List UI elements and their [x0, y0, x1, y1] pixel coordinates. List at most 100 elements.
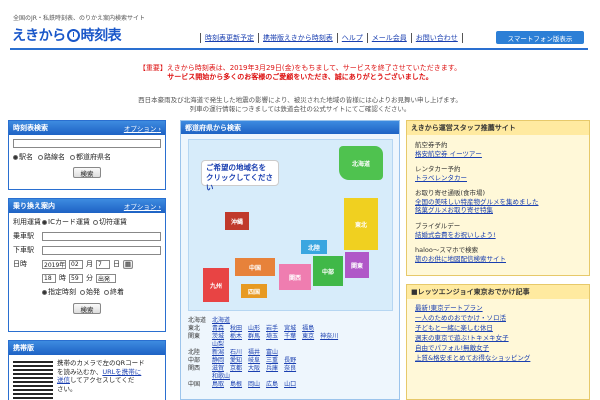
timetable-option-link[interactable]: オプション › [124, 123, 161, 133]
radio-prefecture[interactable]: 都道府県名 [70, 152, 111, 162]
prefecture-link[interactable]: 福井 [248, 349, 260, 357]
region-hokuriku[interactable]: 北陸 [301, 240, 327, 254]
send-link[interactable]: 送信 [57, 376, 70, 384]
region-kyushu[interactable]: 九州 [203, 268, 229, 302]
radio-dot [42, 219, 47, 225]
recommend-link[interactable]: 銘菓グルメお取り寄せ特集 [415, 206, 539, 215]
prefecture-link[interactable]: 岩手 [266, 325, 278, 333]
timetable-search-button[interactable]: 検索 [73, 167, 101, 178]
prefecture-link[interactable]: 大阪 [248, 365, 260, 373]
region-chugoku[interactable]: 中国 [235, 258, 275, 276]
prefecture-link[interactable]: 茨城 [212, 333, 224, 341]
prefecture-link[interactable]: 福島 [302, 325, 314, 333]
radio-station[interactable]: 駅名 [13, 152, 33, 162]
region-kansai[interactable]: 関西 [279, 264, 311, 290]
region-shikoku[interactable]: 四国 [241, 284, 267, 298]
article-link[interactable]: 上質&格安まとめてお得なショッピング [415, 353, 581, 363]
recommend-title: 航空券予約 [415, 141, 448, 149]
prefecture-link[interactable]: 神奈川 [320, 333, 338, 341]
hour-select[interactable]: 18 [42, 273, 56, 283]
prefecture-link[interactable]: 静岡 [212, 357, 224, 365]
prefecture-link[interactable]: 秋田 [230, 325, 242, 333]
prefecture-link[interactable]: 愛知 [230, 357, 242, 365]
prefecture-link[interactable]: 奈良 [284, 365, 296, 373]
recommend-link[interactable]: 全国の美味しい特産物グルメを集めました [415, 198, 539, 207]
prefecture-link[interactable]: 鳥取 [212, 381, 224, 389]
prefecture-row: 中部 静岡 愛知 岐阜 三重 長野 [188, 357, 393, 365]
day-select[interactable]: 7 [96, 259, 110, 269]
prefecture-link[interactable]: 新潟 [212, 349, 224, 357]
region-kanto[interactable]: 関東 [345, 252, 369, 278]
prefecture-link[interactable]: 山形 [248, 325, 260, 333]
prefecture-link[interactable]: 広島 [266, 381, 278, 389]
nav-update-schedule[interactable]: 時刻表更新予定 [200, 33, 258, 43]
prefecture-link[interactable]: 埼玉 [266, 333, 278, 341]
prefecture-link[interactable]: 京都 [230, 365, 242, 373]
nav-mobile-version[interactable]: 携帯版えきから時刻表 [258, 33, 337, 43]
prefecture-link[interactable]: 山口 [284, 381, 296, 389]
year-select[interactable]: 2019年 [42, 259, 66, 269]
transfer-option-link[interactable]: オプション › [124, 201, 161, 211]
region-tohoku[interactable]: 東北 [344, 198, 378, 250]
panel-header: 時刻表検索 オプション › [9, 121, 165, 135]
region-chubu[interactable]: 中部 [313, 256, 343, 286]
article-link[interactable]: 自由でパフォル!無敵女子 [415, 343, 581, 353]
send-url-link[interactable]: URLを携帯に [102, 368, 141, 376]
recommend-title: レンタカー予約 [415, 165, 461, 173]
prefecture-row: 中国 鳥取 島根 岡山 広島 山口 [188, 381, 393, 389]
prefecture-link[interactable]: 石川 [230, 349, 242, 357]
article-link[interactable]: 一人のためのおでかけ・ソロ活 [415, 313, 581, 323]
prefecture-link[interactable]: 島根 [230, 381, 242, 389]
prefecture-link[interactable]: 岐阜 [248, 357, 260, 365]
recommend-title: お取り寄せ通販(食市場) [415, 189, 486, 197]
panel-header: 乗り換え案内 オプション › [9, 199, 165, 213]
nav-help[interactable]: ヘルプ [336, 33, 367, 43]
site-logo[interactable]: えきから 時刻表 [12, 25, 122, 45]
region-hokkaido[interactable]: 北海道 [339, 146, 383, 180]
prefecture-link[interactable]: 群馬 [248, 333, 260, 341]
prefecture-link[interactable]: 長野 [284, 357, 296, 365]
prefecture-link[interactable]: 山梨 [212, 341, 224, 349]
recommend-link[interactable]: 結婚式会費をお祝いしよう! [415, 231, 496, 240]
radio-ticket-fare[interactable]: 切符運賃 [92, 217, 127, 227]
smartphone-view-button[interactable]: スマートフォン版表示 [496, 31, 584, 44]
nav-contact[interactable]: お問い合わせ [410, 33, 463, 43]
region-okinawa[interactable]: 沖縄 [225, 212, 249, 230]
recommend-item: ブライダルデー 結婚式会費をお祝いしよう! [415, 222, 496, 239]
from-station-input[interactable] [42, 231, 161, 241]
calendar-icon[interactable]: ▦ [123, 259, 133, 269]
article-link[interactable]: 最新!東京デートプラン [415, 303, 581, 313]
panel-title: ■ レッツエンジョイ東京おでかけ記事 [407, 285, 589, 299]
radio-first-train[interactable]: 始発 [80, 287, 100, 297]
transfer-search-button[interactable]: 検索 [73, 303, 101, 314]
article-link[interactable]: 子どもと一緒に楽しむ休日 [415, 323, 581, 333]
prefecture-link[interactable]: 東京 [302, 333, 314, 341]
radio-last-train[interactable]: 終着 [104, 287, 124, 297]
prefecture-link[interactable]: 青森 [212, 325, 224, 333]
prefecture-link[interactable]: 北海道 [212, 317, 230, 325]
article-link[interactable]: 週末の東京で遊ぶ!トキメキ女子 [415, 333, 581, 343]
prefecture-link[interactable]: 岡山 [248, 381, 260, 389]
month-select[interactable]: 02 [69, 259, 83, 269]
recommend-link[interactable]: 旅のお供に地図配信検索サイト [415, 255, 506, 264]
option-label: オプション [123, 203, 157, 211]
panel-title-text: レッツエンジョイ東京おでかけ記事 [417, 288, 530, 296]
prefecture-link[interactable]: 富山 [266, 349, 278, 357]
recommend-link[interactable]: トラベレンタカー [415, 174, 467, 183]
nav-mail-member[interactable]: メール会員 [366, 33, 411, 43]
timetable-search-input[interactable] [13, 139, 161, 148]
radio-line[interactable]: 路線名 [38, 152, 65, 162]
prefecture-link[interactable]: 和歌山 [212, 373, 230, 381]
radio-specified-time[interactable]: 指定時刻 [42, 287, 76, 297]
radio-ic-fare[interactable]: ICカード運賃 [42, 217, 90, 227]
prefecture-link[interactable]: 三重 [266, 357, 278, 365]
minute-select[interactable]: 59 [69, 273, 83, 283]
prefecture-link[interactable]: 滋賀 [212, 365, 224, 373]
prefecture-link[interactable]: 千葉 [284, 333, 296, 341]
departure-select[interactable]: 出発 [96, 273, 116, 283]
prefecture-link[interactable]: 兵庫 [266, 365, 278, 373]
to-station-input[interactable] [42, 245, 161, 255]
prefecture-link[interactable]: 栃木 [230, 333, 242, 341]
prefecture-link[interactable]: 宮城 [284, 325, 296, 333]
recommend-link[interactable]: 格安航空券 イーツアー [415, 150, 482, 159]
